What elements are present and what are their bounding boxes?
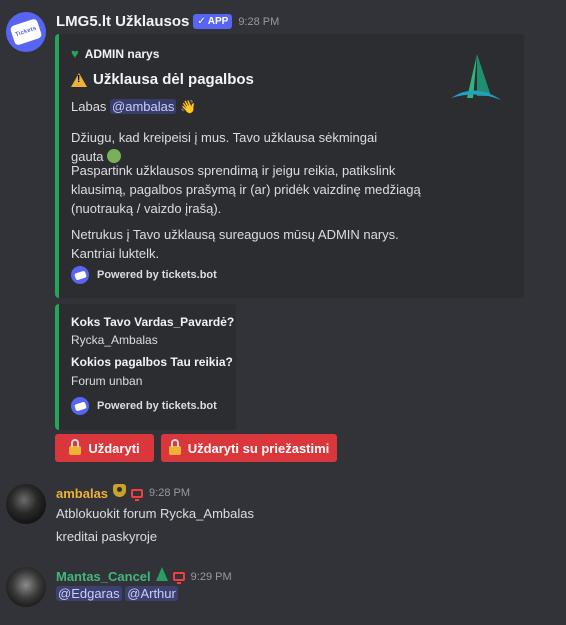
mantas-message: @Edgaras @Arthur: [56, 586, 178, 601]
embed-footer: Powered by tickets.bot: [71, 266, 217, 284]
footer-text: Powered by tickets.bot: [97, 400, 217, 412]
bot-avatar[interactable]: Tickets: [6, 12, 46, 52]
embed-title-text: Užklausa dėl pagalbos: [93, 71, 254, 88]
tickets-bot-icon: [71, 397, 89, 415]
warning-icon: [71, 72, 87, 87]
field-2-value: Forum unban: [71, 374, 143, 388]
embed-author-name: ADMIN narys: [84, 46, 160, 61]
sail-icon: [155, 567, 168, 586]
form-embed-footer: Powered by tickets.bot: [71, 397, 217, 415]
ambalas-message-line-2: kreditai paskyroje: [56, 529, 158, 544]
bot-message: Tickets LMG5.lt Užklausos ✓ APP 9:28 PM ♥…: [0, 0, 566, 470]
mantas-avatar[interactable]: [6, 567, 46, 607]
ambalas-username[interactable]: ambalas: [56, 486, 108, 501]
user-message-mantas: Mantas_Cancel 9:29 PM @Edgaras @Arthur: [0, 560, 566, 620]
close-reason-button-label: Uždaryti su priežastimi: [187, 440, 330, 456]
app-badge-label: APP: [207, 16, 229, 27]
bot-timestamp: 9:28 PM: [238, 15, 280, 28]
bot-username[interactable]: LMG5.lt Užklausos: [56, 13, 189, 30]
embed-paragraph-2: Paspartink užklausos sprendimą ir jeigu …: [71, 163, 421, 216]
mantas-username[interactable]: Mantas_Cancel: [56, 569, 151, 584]
field-1-value: Rycka_Ambalas: [71, 333, 158, 347]
ambalas-message-line-1: Atblokuokit forum Rycka_Ambalas: [56, 506, 254, 521]
ticket-icon: Tickets: [9, 18, 43, 46]
form-embed: Koks Tavo Vardas_Pavardė? Rycka_Ambalas …: [55, 304, 236, 430]
greeting-text: Labas: [71, 99, 107, 114]
mantas-timestamp: 9:29 PM: [190, 570, 232, 583]
waving-hand-icon: 👋: [180, 99, 197, 114]
footer-text: Powered by tickets.bot: [97, 269, 217, 281]
chat-view: Tickets LMG5.lt Užklausos ✓ APP 9:28 PM ♥…: [0, 0, 566, 625]
green-heart-icon: ♥: [71, 46, 79, 61]
ambalas-timestamp: 9:28 PM: [149, 487, 191, 499]
ambalas-avatar[interactable]: [6, 484, 46, 524]
ticket-embed: ♥ ADMIN narys Užklausa dėl pagalbos Laba…: [55, 34, 524, 298]
embed-author: ♥ ADMIN narys: [71, 46, 159, 61]
app-badge: ✓ APP: [193, 14, 233, 29]
close-button-label: Uždaryti: [88, 440, 140, 456]
mention-edgaras[interactable]: @Edgaras: [56, 586, 122, 601]
lmg-logo-icon: [451, 54, 501, 100]
tickets-bot-icon: [71, 266, 89, 284]
user-mention[interactable]: @ambalas: [110, 99, 177, 114]
embed-paragraph-3: Netrukus į Tavo užklausą sureaguos mūsų …: [71, 227, 399, 261]
field-1-name: Koks Tavo Vardas_Pavardė?: [71, 315, 235, 329]
monitor-icon: [131, 488, 144, 501]
ambalas-header: ambalas 9:28 PM: [56, 484, 190, 502]
close-with-reason-button[interactable]: Uždaryti su priežastimi: [161, 434, 337, 462]
embed-title: Užklausa dėl pagalbos: [71, 71, 254, 88]
user-message-ambalas: ambalas 9:28 PM Atblokuokit forum Rycka_…: [0, 478, 566, 548]
mantas-header: Mantas_Cancel 9:29 PM: [56, 567, 232, 586]
lock-icon: [168, 439, 181, 455]
field-2-name: Kokios pagalbos Tau reikia?: [71, 355, 233, 369]
bot-message-header: LMG5.lt Užklausos ✓ APP 9:28 PM: [56, 13, 279, 30]
embed-greeting: Labas @ambalas 👋: [71, 97, 411, 116]
shield-icon: [113, 484, 127, 502]
close-ticket-button[interactable]: Uždaryti: [55, 434, 154, 462]
monitor-icon: [172, 572, 185, 584]
lock-icon: [69, 439, 82, 455]
mention-arthur[interactable]: @Arthur: [125, 586, 178, 601]
check-icon: ✓: [197, 16, 206, 27]
